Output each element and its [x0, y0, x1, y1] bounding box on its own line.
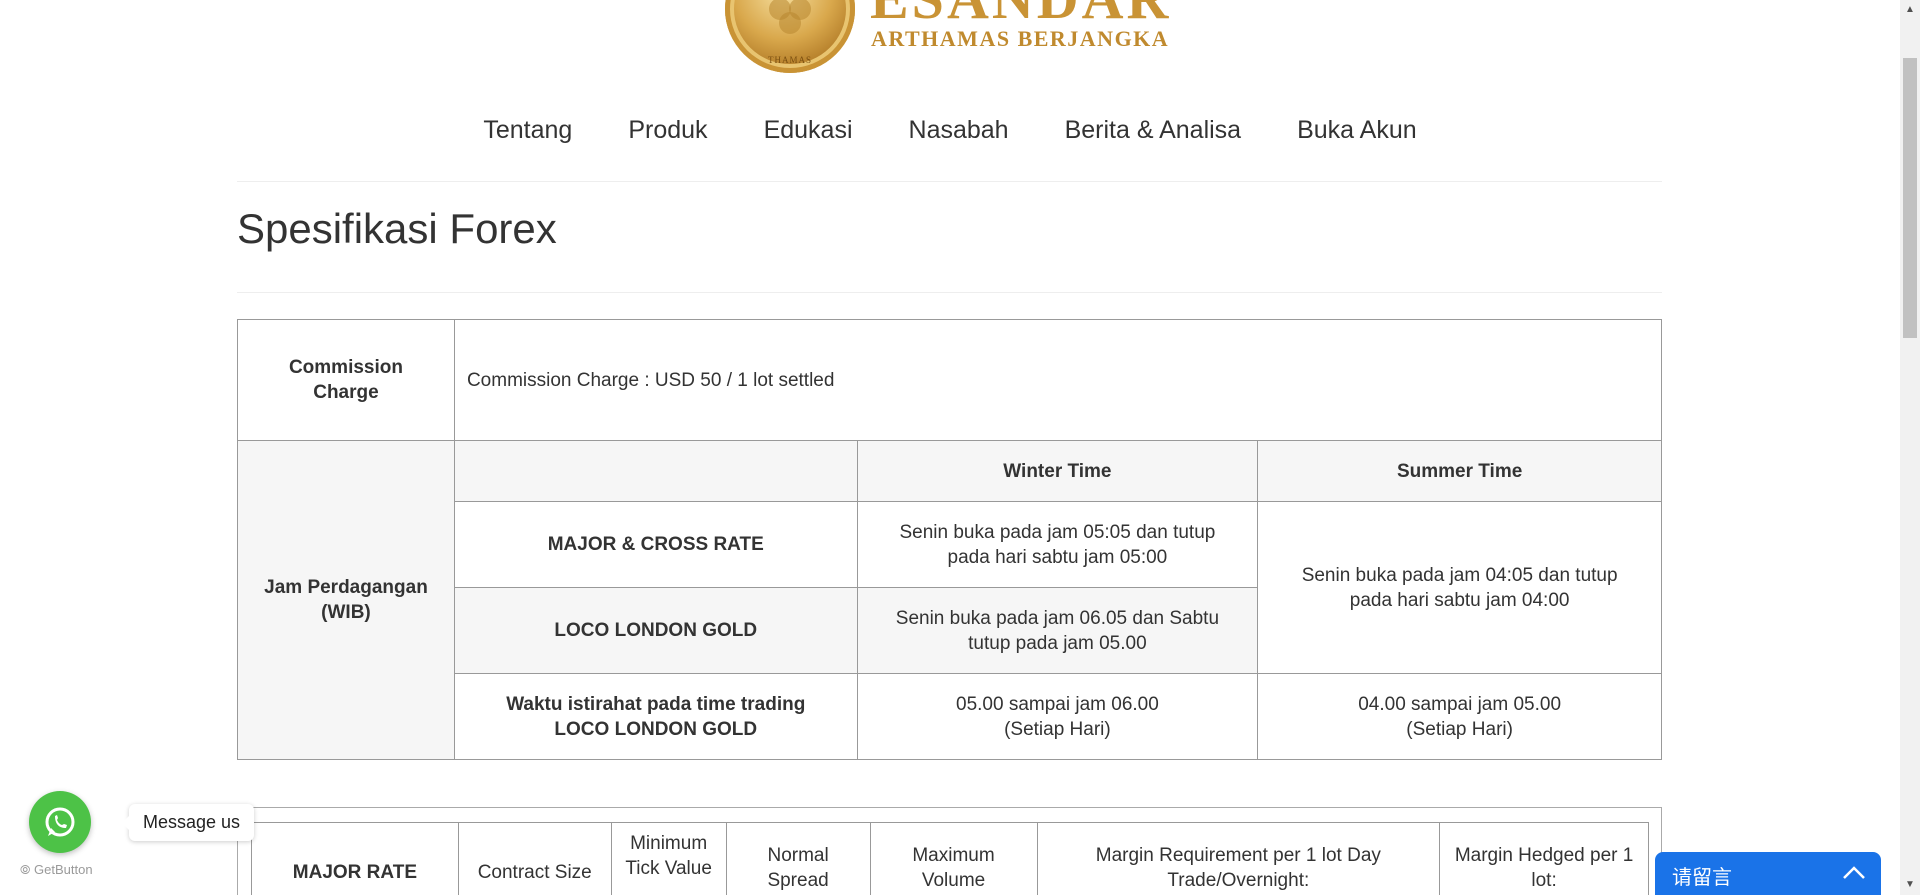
getbutton-credit-label: GetButton	[34, 862, 93, 877]
table-header-row: MAJOR RATE Contract Size Minimum Tick Va…	[251, 822, 1649, 895]
col-normal-spread: Normal Spread	[725, 822, 871, 895]
summer-shared-hours: Senin buka pada jam 04:05 dan tutup pada…	[1257, 501, 1662, 674]
col-margin-hedged: Margin Hedged per 1 lot:	[1439, 822, 1649, 895]
col-maximum-volume: Maximum Volume	[869, 822, 1038, 895]
row-label-break-time: Waktu istirahat pada time trading LOCO L…	[453, 673, 858, 760]
trading-hours-label: Jam Perdagangan (WIB)	[237, 440, 455, 760]
clover-icon	[769, 0, 811, 34]
summer-time-header: Summer Time	[1257, 440, 1662, 502]
scroll-down-arrow-icon[interactable]: ▼	[1900, 875, 1920, 895]
chevron-up-icon[interactable]	[1841, 862, 1867, 884]
page-scrollbar[interactable]: ▲ ▼	[1900, 0, 1920, 895]
row-label-loco-london-gold: LOCO LONDON GOLD	[453, 587, 858, 674]
winter-break-time: 05.00 sampai jam 06.00 (Setiap Hari)	[856, 673, 1259, 760]
major-rate-table: MAJOR RATE Contract Size Minimum Tick Va…	[251, 822, 1649, 895]
empty-header-cell	[453, 440, 858, 502]
leave-message-chat-bar[interactable]: 请留言	[1655, 852, 1881, 895]
winter-time-header: Winter Time	[856, 440, 1259, 502]
nav-item-edukasi[interactable]: Edukasi	[736, 110, 881, 151]
whatsapp-icon	[45, 807, 75, 837]
winter-loco-london-gold: Senin buka pada jam 06.05 dan Sabtu tutu…	[856, 587, 1259, 674]
whatsapp-tooltip[interactable]: Message us	[121, 804, 255, 841]
nav-divider	[237, 181, 1662, 182]
logo-wordmark: ESANDAR	[870, 0, 1171, 28]
title-divider	[237, 292, 1662, 293]
nav-item-nasabah[interactable]: Nasabah	[881, 110, 1037, 151]
scroll-up-arrow-icon[interactable]: ▲	[1900, 0, 1920, 20]
logo-subtitle: ARTHAMAS BERJANGKA	[871, 26, 1170, 51]
commission-label: Commission Charge	[237, 319, 455, 441]
nav-item-berita-analisa[interactable]: Berita & Analisa	[1037, 110, 1270, 151]
main-nav: Tentang Produk Edukasi Nasabah Berita & …	[0, 110, 1900, 151]
col-major-rate: MAJOR RATE	[251, 822, 459, 895]
table-row: Commission Charge Commission Charge : US…	[237, 319, 1663, 441]
row-label-major-cross: MAJOR & CROSS RATE	[453, 501, 858, 588]
getbutton-logo-icon: ⦾	[20, 862, 31, 877]
nav-item-tentang[interactable]: Tentang	[455, 110, 600, 151]
page-title: Spesifikasi Forex	[237, 205, 557, 252]
summer-break-time: 04.00 sampai jam 05.00 (Setiap Hari)	[1257, 673, 1662, 760]
getbutton-credit[interactable]: ⦾ GetButton	[20, 862, 93, 878]
chat-title: 请留言	[1672, 865, 1732, 889]
logo-seal-text: THAMAS	[767, 55, 812, 65]
nav-item-produk[interactable]: Produk	[600, 110, 735, 151]
col-contract-size: Contract Size	[457, 822, 612, 895]
scroll-thumb[interactable]	[1903, 58, 1917, 338]
logo-emblem-icon: THAMAS	[725, 0, 855, 73]
col-margin-requirement: Margin Requirement per 1 lot Day Trade/O…	[1036, 822, 1441, 895]
commission-value: Commission Charge : USD 50 / 1 lot settl…	[453, 319, 1663, 441]
nav-item-buka-akun[interactable]: Buka Akun	[1269, 110, 1445, 151]
whatsapp-button[interactable]	[29, 791, 91, 853]
table-row: Jam Perdagangan (WIB) Winter Time Summer…	[237, 440, 1662, 760]
site-logo[interactable]: THAMAS ESANDAR ARTHAMAS BERJANGKA	[725, 0, 1168, 75]
col-minimum-tick-value: Minimum Tick Value	[610, 822, 727, 895]
forex-spec-table: Commission Charge Commission Charge : US…	[237, 319, 1663, 760]
winter-major-cross: Senin buka pada jam 05:05 dan tutup pada…	[856, 501, 1259, 588]
